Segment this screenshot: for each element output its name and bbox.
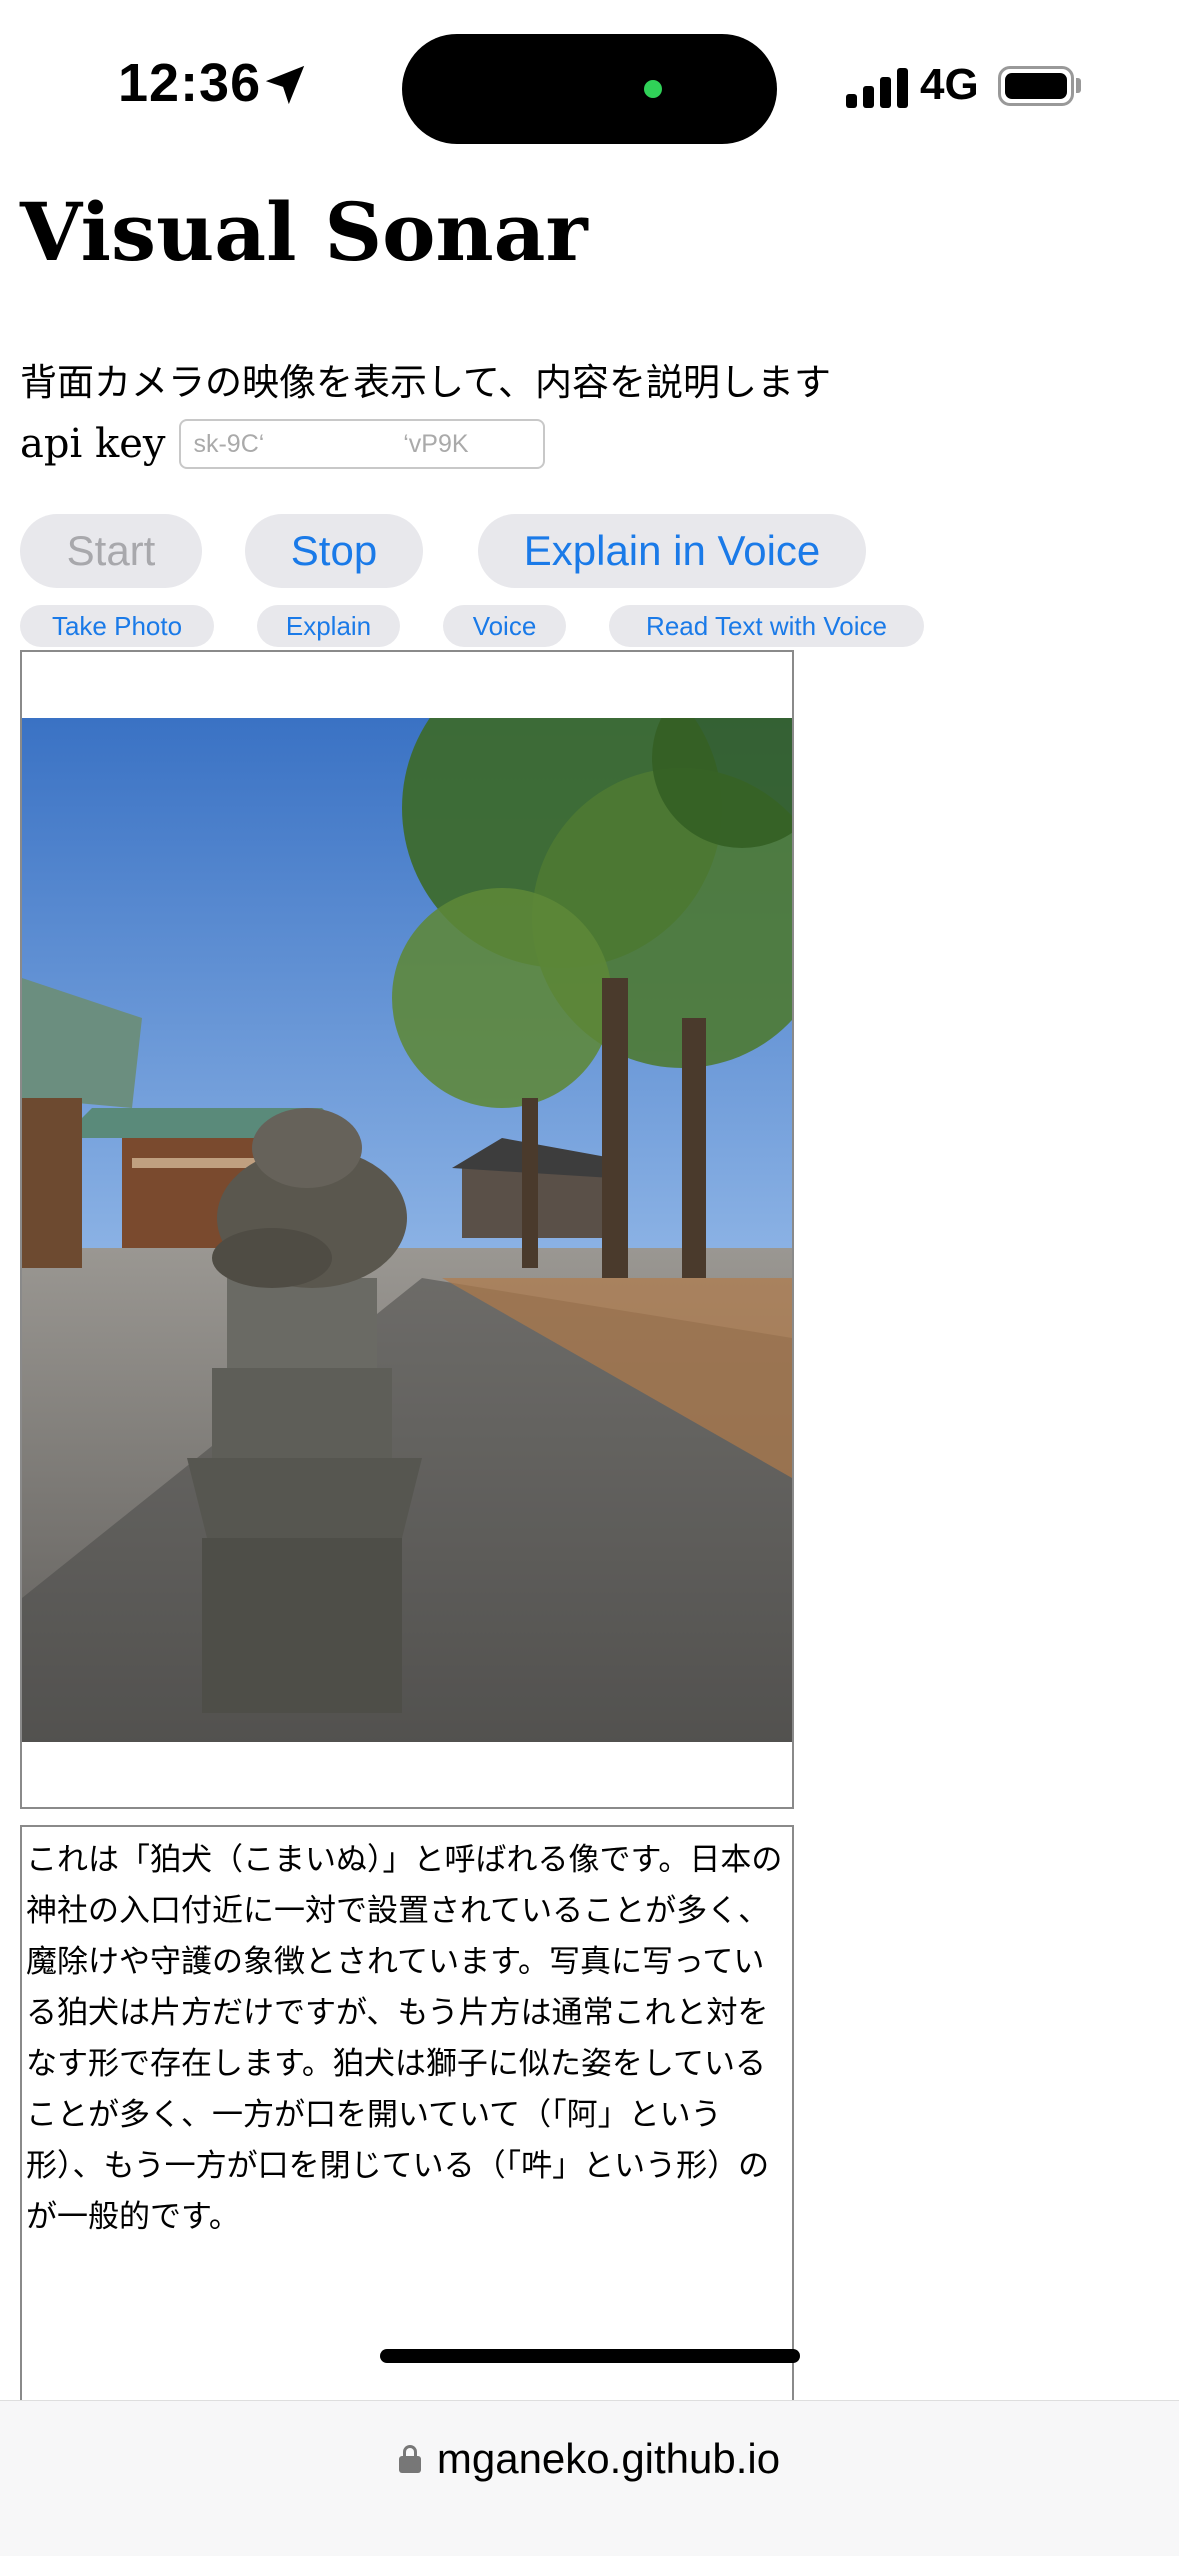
location-arrow-icon: [265, 65, 305, 105]
status-time: 12:36: [118, 53, 262, 113]
read-text-with-voice-button[interactable]: Read Text with Voice: [609, 605, 924, 647]
explain-in-voice-button[interactable]: Explain in Voice: [478, 514, 866, 588]
explanation-output: これは「狛犬（こまいぬ）」と呼ばれる像です。日本の神社の入口付近に一対で設置され…: [20, 1825, 794, 2405]
status-bar: 12:36 4G: [0, 0, 1179, 160]
api-key-input[interactable]: [179, 419, 546, 469]
api-key-row: api key: [20, 414, 546, 474]
camera-video: [20, 650, 794, 1809]
take-photo-button[interactable]: Take Photo: [20, 605, 214, 647]
browser-address-bar[interactable]: mganeko.github.io: [0, 2400, 1179, 2556]
camera-indicator-dot: [644, 80, 662, 98]
camera-photo-shrine-komainu: [22, 718, 792, 1742]
battery-icon: [998, 66, 1074, 106]
explain-button[interactable]: Explain: [257, 605, 400, 647]
stop-button[interactable]: Stop: [245, 514, 423, 588]
home-indicator[interactable]: [380, 2349, 800, 2363]
signal-icon: [846, 66, 908, 108]
battery-cap: [1076, 78, 1081, 93]
start-button[interactable]: Start: [20, 514, 202, 588]
page-title: Visual Sonar: [20, 185, 588, 279]
voice-button[interactable]: Voice: [443, 605, 566, 647]
lock-icon: [398, 2445, 421, 2473]
api-key-label: api key: [20, 421, 166, 467]
url-text[interactable]: mganeko.github.io: [437, 2435, 780, 2483]
dynamic-island: [402, 34, 777, 144]
page-description: 背面カメラの映像を表示して、内容を説明します: [20, 361, 832, 404]
network-type: 4G: [920, 60, 979, 109]
